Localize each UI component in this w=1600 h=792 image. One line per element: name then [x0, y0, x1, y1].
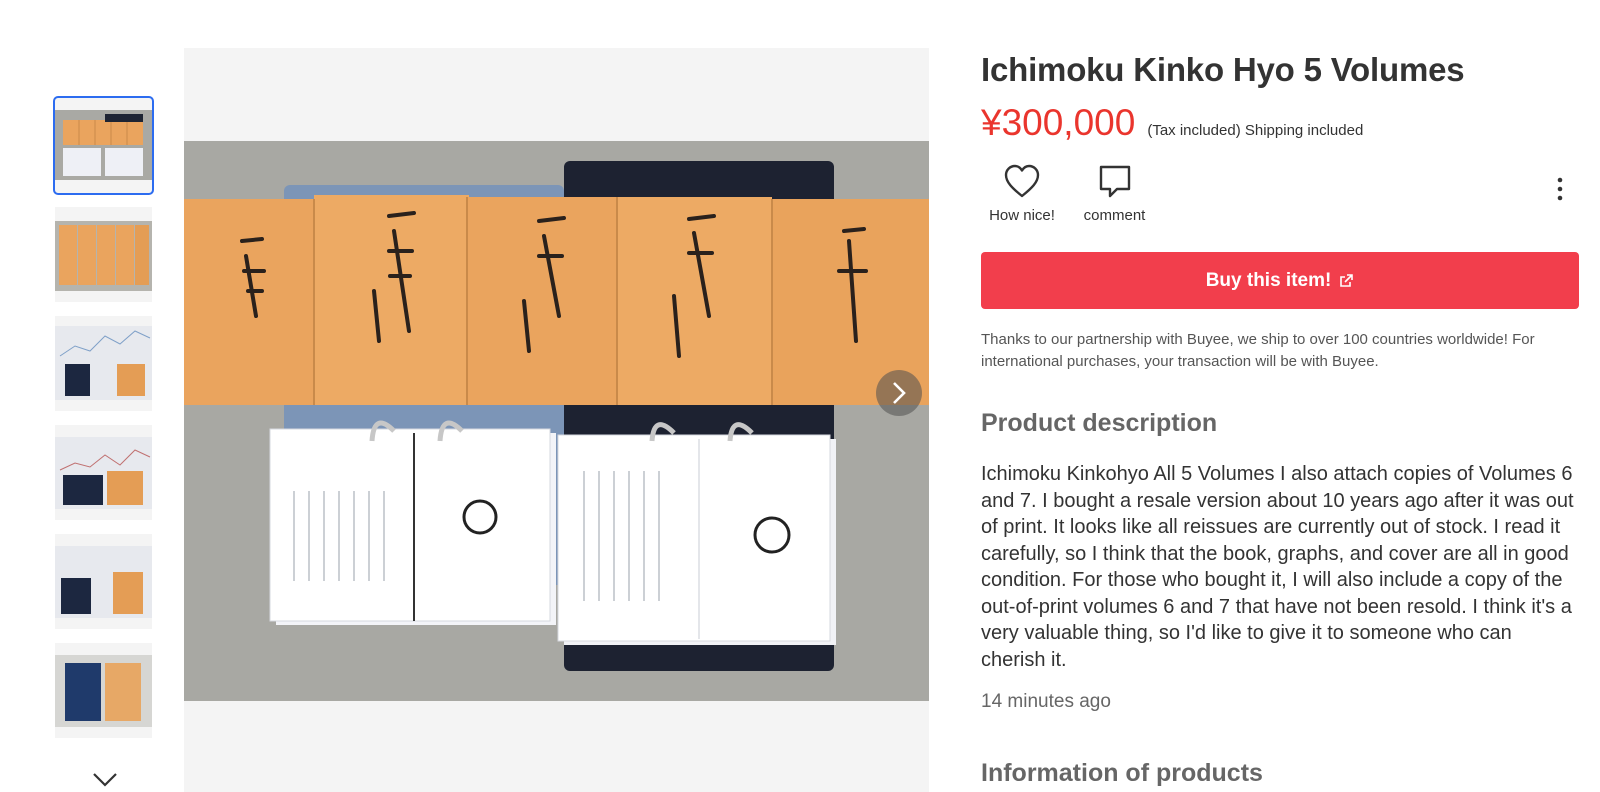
comment-label: comment [1083, 207, 1146, 224]
price-note: (Tax included) Shipping included [1147, 122, 1364, 139]
product-title: Ichimoku Kinko Hyo 5 Volumes [981, 51, 1465, 88]
like-button[interactable]: How nice! [987, 162, 1057, 224]
chevron-right-icon [893, 382, 906, 404]
thumbnail-3[interactable] [55, 316, 152, 411]
more-vertical-icon [1557, 177, 1563, 201]
next-image-button[interactable] [876, 370, 922, 416]
thumbnail-1[interactable] [53, 96, 154, 195]
partnership-note: Thanks to our partnership with Buyee, we… [981, 331, 1535, 370]
product-description-heading: Product description [981, 409, 1218, 437]
action-bar: How nice! comment [981, 150, 1579, 252]
product-information-heading: Information of products [981, 759, 1263, 787]
heart-icon [1004, 164, 1040, 198]
product-info-panel: Ichimoku Kinko Hyo 5 Volumes ¥300,000 (T… [981, 48, 1579, 792]
buy-button-label: Buy this item! [1205, 269, 1332, 291]
product-description-text: Ichimoku Kinkohyo All 5 Volumes I also a… [981, 463, 1574, 671]
main-product-photo [184, 141, 929, 701]
buy-button[interactable]: Buy this item! [981, 252, 1579, 309]
comment-button[interactable]: comment [1077, 162, 1152, 224]
comment-icon [1099, 165, 1130, 198]
thumbnail-2[interactable] [55, 207, 152, 302]
main-image-viewer [184, 48, 929, 792]
thumbnail-6[interactable] [55, 643, 152, 738]
chevron-down-icon [93, 773, 117, 787]
external-link-icon [1340, 274, 1354, 287]
posted-time: 14 minutes ago [981, 691, 1111, 712]
thumbnail-scroll-down-button[interactable] [90, 770, 120, 790]
like-label: How nice! [989, 207, 1055, 224]
thumbnail-4[interactable] [55, 425, 152, 520]
product-price: ¥300,000 [981, 102, 1136, 143]
more-options-button[interactable] [1555, 176, 1565, 204]
thumbnail-5[interactable] [55, 534, 152, 629]
price-row: ¥300,000 (Tax included) Shipping include… [981, 100, 1579, 146]
